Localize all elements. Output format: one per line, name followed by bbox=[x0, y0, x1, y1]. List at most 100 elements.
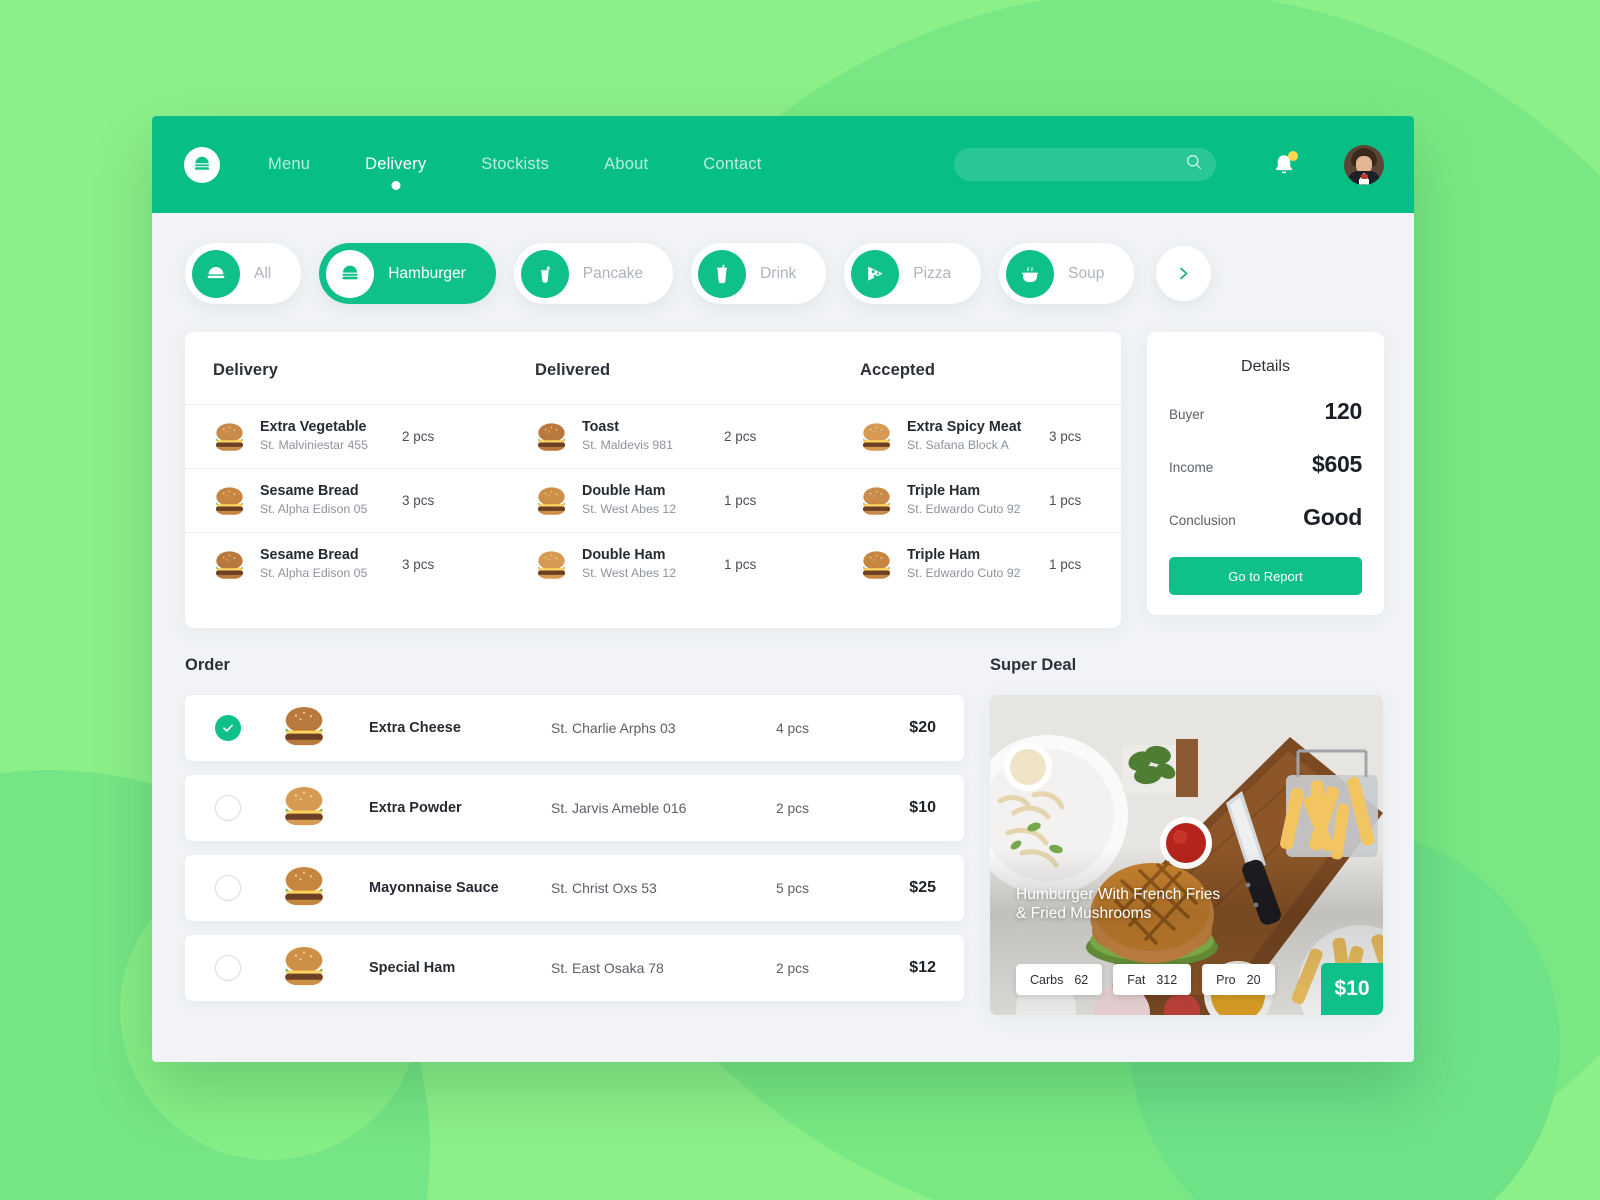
search-icon[interactable] bbox=[1185, 153, 1203, 176]
order-column: Order Extra Cheese St. Charlie Arphs 03 4 … bbox=[185, 656, 964, 1015]
order-item-name: Extra Cheese bbox=[369, 720, 461, 736]
category-chip-label: Drink bbox=[760, 264, 797, 282]
delivery-cell-text: Extra Spicy Meat St. Safana Block A bbox=[907, 418, 1049, 455]
nutrition-tag-label: Carbs bbox=[1030, 972, 1064, 987]
category-chip-pancake[interactable]: Pancake bbox=[513, 243, 674, 304]
details-metric-key: Income bbox=[1169, 460, 1214, 475]
delivery-item-quantity: 1 pcs bbox=[724, 493, 757, 508]
order-title: Order bbox=[185, 656, 230, 674]
nutrition-tag-value: 312 bbox=[1156, 972, 1178, 987]
delivery-item-quantity: 1 pcs bbox=[724, 557, 757, 572]
chevron-right-icon[interactable] bbox=[1156, 246, 1212, 301]
order-row[interactable]: Special Ham St. East Osaka 78 2 pcs $12 bbox=[185, 935, 964, 1001]
delivery-cell-text: Extra Vegetable St. Malviniestar 455 bbox=[260, 418, 402, 455]
order-item-name: Mayonnaise Sauce bbox=[369, 880, 499, 896]
main-nav: Menu Delivery Stockists About Contact bbox=[268, 151, 817, 190]
delivery-table-row[interactable]: Extra Vegetable St. Malviniestar 455 2 pcs… bbox=[185, 404, 1121, 468]
category-chip-soup[interactable]: Soup bbox=[999, 243, 1135, 304]
nav-item-delivery[interactable]: Delivery bbox=[365, 151, 427, 190]
nav-item-label: Menu bbox=[268, 155, 311, 173]
details-metric-row: Income $605 bbox=[1169, 451, 1362, 478]
delivery-item-name: Sesame Bread bbox=[260, 546, 359, 563]
delivery-table-card: Delivery Delivered Accepted Extra Vegeta… bbox=[185, 332, 1121, 628]
delivery-item-name: Extra Vegetable bbox=[260, 418, 367, 435]
nav-item-contact[interactable]: Contact bbox=[703, 151, 761, 178]
super-deal-card[interactable]: Humburger With French Fries & Fried Mushr… bbox=[990, 695, 1383, 1015]
delivery-item-name: Triple Ham bbox=[907, 482, 981, 499]
order-item-address: St. Charlie Arphs 03 bbox=[551, 720, 676, 736]
order-item-price: $10 bbox=[909, 799, 936, 816]
delivery-item-address: St. Maldevis 981 bbox=[582, 438, 673, 453]
delivery-cell-text: Triple Ham St. Edwardo Cuto 92 bbox=[907, 482, 1049, 519]
order-checkbox[interactable] bbox=[215, 795, 241, 821]
burger-dome-icon bbox=[192, 249, 240, 298]
delivery-item-quantity: 3 pcs bbox=[402, 557, 435, 572]
nav-item-label: Stockists bbox=[481, 155, 550, 173]
food-thumbnail-icon bbox=[535, 486, 568, 516]
delivery-item-address: St. West Abes 12 bbox=[582, 502, 677, 517]
delivery-item-name: Double Ham bbox=[582, 546, 666, 563]
order-row[interactable]: Extra Powder St. Jarvis Ameble 016 2 pcs $1… bbox=[185, 775, 964, 841]
super-deal-column: Super Deal Humburger With French Fries &… bbox=[990, 656, 1385, 1015]
delivery-item-name: Double Ham bbox=[582, 482, 666, 499]
order-row[interactable]: Mayonnaise Sauce St. Christ Oxs 53 5 pcs $2… bbox=[185, 855, 964, 921]
delivery-item-address: St. Safana Block A bbox=[907, 438, 1009, 453]
details-metric-key: Buyer bbox=[1169, 407, 1205, 422]
delivery-table-row[interactable]: Sesame Bread St. Alpha Edison 05 3 pcs Dou… bbox=[185, 468, 1121, 532]
details-title: Details bbox=[1241, 358, 1290, 375]
notification-bell-icon[interactable] bbox=[1272, 150, 1298, 178]
delivery-cell-accepted: Triple Ham St. Edwardo Cuto 92 1 pcs bbox=[860, 482, 1093, 519]
order-food-thumbnail-icon bbox=[281, 865, 327, 911]
food-thumbnail-icon bbox=[860, 422, 893, 452]
burger-logo-icon[interactable] bbox=[184, 146, 220, 183]
app-header: Menu Delivery Stockists About Contact bbox=[152, 116, 1414, 213]
super-deal-nutrition-tags: Carbs 62 Fat 312 Pro 20 bbox=[1016, 964, 1275, 995]
super-deal-price-badge: $10 bbox=[1321, 963, 1383, 1015]
super-deal-title: Super Deal bbox=[990, 656, 1077, 674]
nav-item-about[interactable]: About bbox=[604, 151, 648, 178]
search-input[interactable] bbox=[972, 157, 1185, 172]
go-to-report-button[interactable]: Go to Report bbox=[1169, 557, 1362, 595]
delivery-cell-text: Sesame Bread St. Alpha Edison 05 bbox=[260, 546, 402, 583]
check-icon bbox=[223, 724, 233, 732]
nav-item-stockists[interactable]: Stockists bbox=[481, 151, 549, 178]
search-box[interactable] bbox=[954, 148, 1216, 181]
category-chip-label: Soup bbox=[1068, 264, 1105, 282]
delivery-item-name: Sesame Bread bbox=[260, 482, 359, 499]
delivery-table-row[interactable]: Sesame Bread St. Alpha Edison 05 3 pcs Dou… bbox=[185, 532, 1121, 596]
pizza-slice-icon bbox=[851, 249, 900, 298]
delivery-item-name: Extra Spicy Meat bbox=[907, 418, 1022, 435]
order-item-price: $20 bbox=[909, 719, 936, 736]
food-thumbnail-icon bbox=[213, 550, 246, 580]
order-row[interactable]: Extra Cheese St. Charlie Arphs 03 4 pcs $20 bbox=[185, 695, 964, 761]
order-item-price: $25 bbox=[909, 879, 936, 896]
category-chip-all[interactable]: All bbox=[185, 243, 302, 304]
delivery-cell-delivered: Double Ham St. West Abes 12 1 pcs bbox=[535, 546, 860, 583]
page-background: Menu Delivery Stockists About Contact Al… bbox=[0, 0, 1600, 1200]
delivery-item-address: St. Alpha Edison 05 bbox=[260, 566, 368, 581]
delivery-cell-text: Double Ham St. West Abes 12 bbox=[582, 482, 724, 519]
nav-item-label: Contact bbox=[703, 155, 762, 173]
drink-cup-icon bbox=[698, 249, 747, 298]
column-header-accepted: Accepted bbox=[860, 361, 936, 379]
delivery-item-name: Triple Ham bbox=[907, 546, 981, 563]
nav-item-menu[interactable]: Menu bbox=[268, 151, 310, 178]
order-checkbox[interactable] bbox=[215, 875, 241, 901]
nav-item-label: Delivery bbox=[365, 155, 427, 173]
delivery-cell-delivery: Extra Vegetable St. Malviniestar 455 2 pcs bbox=[213, 418, 535, 455]
avatar[interactable] bbox=[1344, 144, 1384, 185]
delivery-item-address: St. Edwardo Cuto 92 bbox=[907, 502, 1021, 517]
details-card: Details Buyer 120 Income $605 Conclusion Good… bbox=[1147, 332, 1384, 615]
details-metric-value: Good bbox=[1303, 504, 1362, 530]
order-list: Extra Cheese St. Charlie Arphs 03 4 pcs $20… bbox=[185, 695, 964, 1001]
category-chip-hamburger[interactable]: Hamburger bbox=[319, 243, 496, 304]
order-checkbox-checked[interactable] bbox=[215, 715, 241, 741]
order-item-price: $12 bbox=[909, 959, 936, 976]
order-checkbox[interactable] bbox=[215, 955, 241, 981]
nutrition-tag-label: Pro bbox=[1216, 972, 1236, 987]
category-chip-pizza[interactable]: Pizza bbox=[844, 243, 982, 304]
notification-badge bbox=[1288, 150, 1298, 161]
category-chip-drink[interactable]: Drink bbox=[691, 243, 827, 304]
delivery-cell-text: Toast St. Maldevis 981 bbox=[582, 418, 724, 455]
details-metric-row: Buyer 120 bbox=[1169, 398, 1362, 425]
